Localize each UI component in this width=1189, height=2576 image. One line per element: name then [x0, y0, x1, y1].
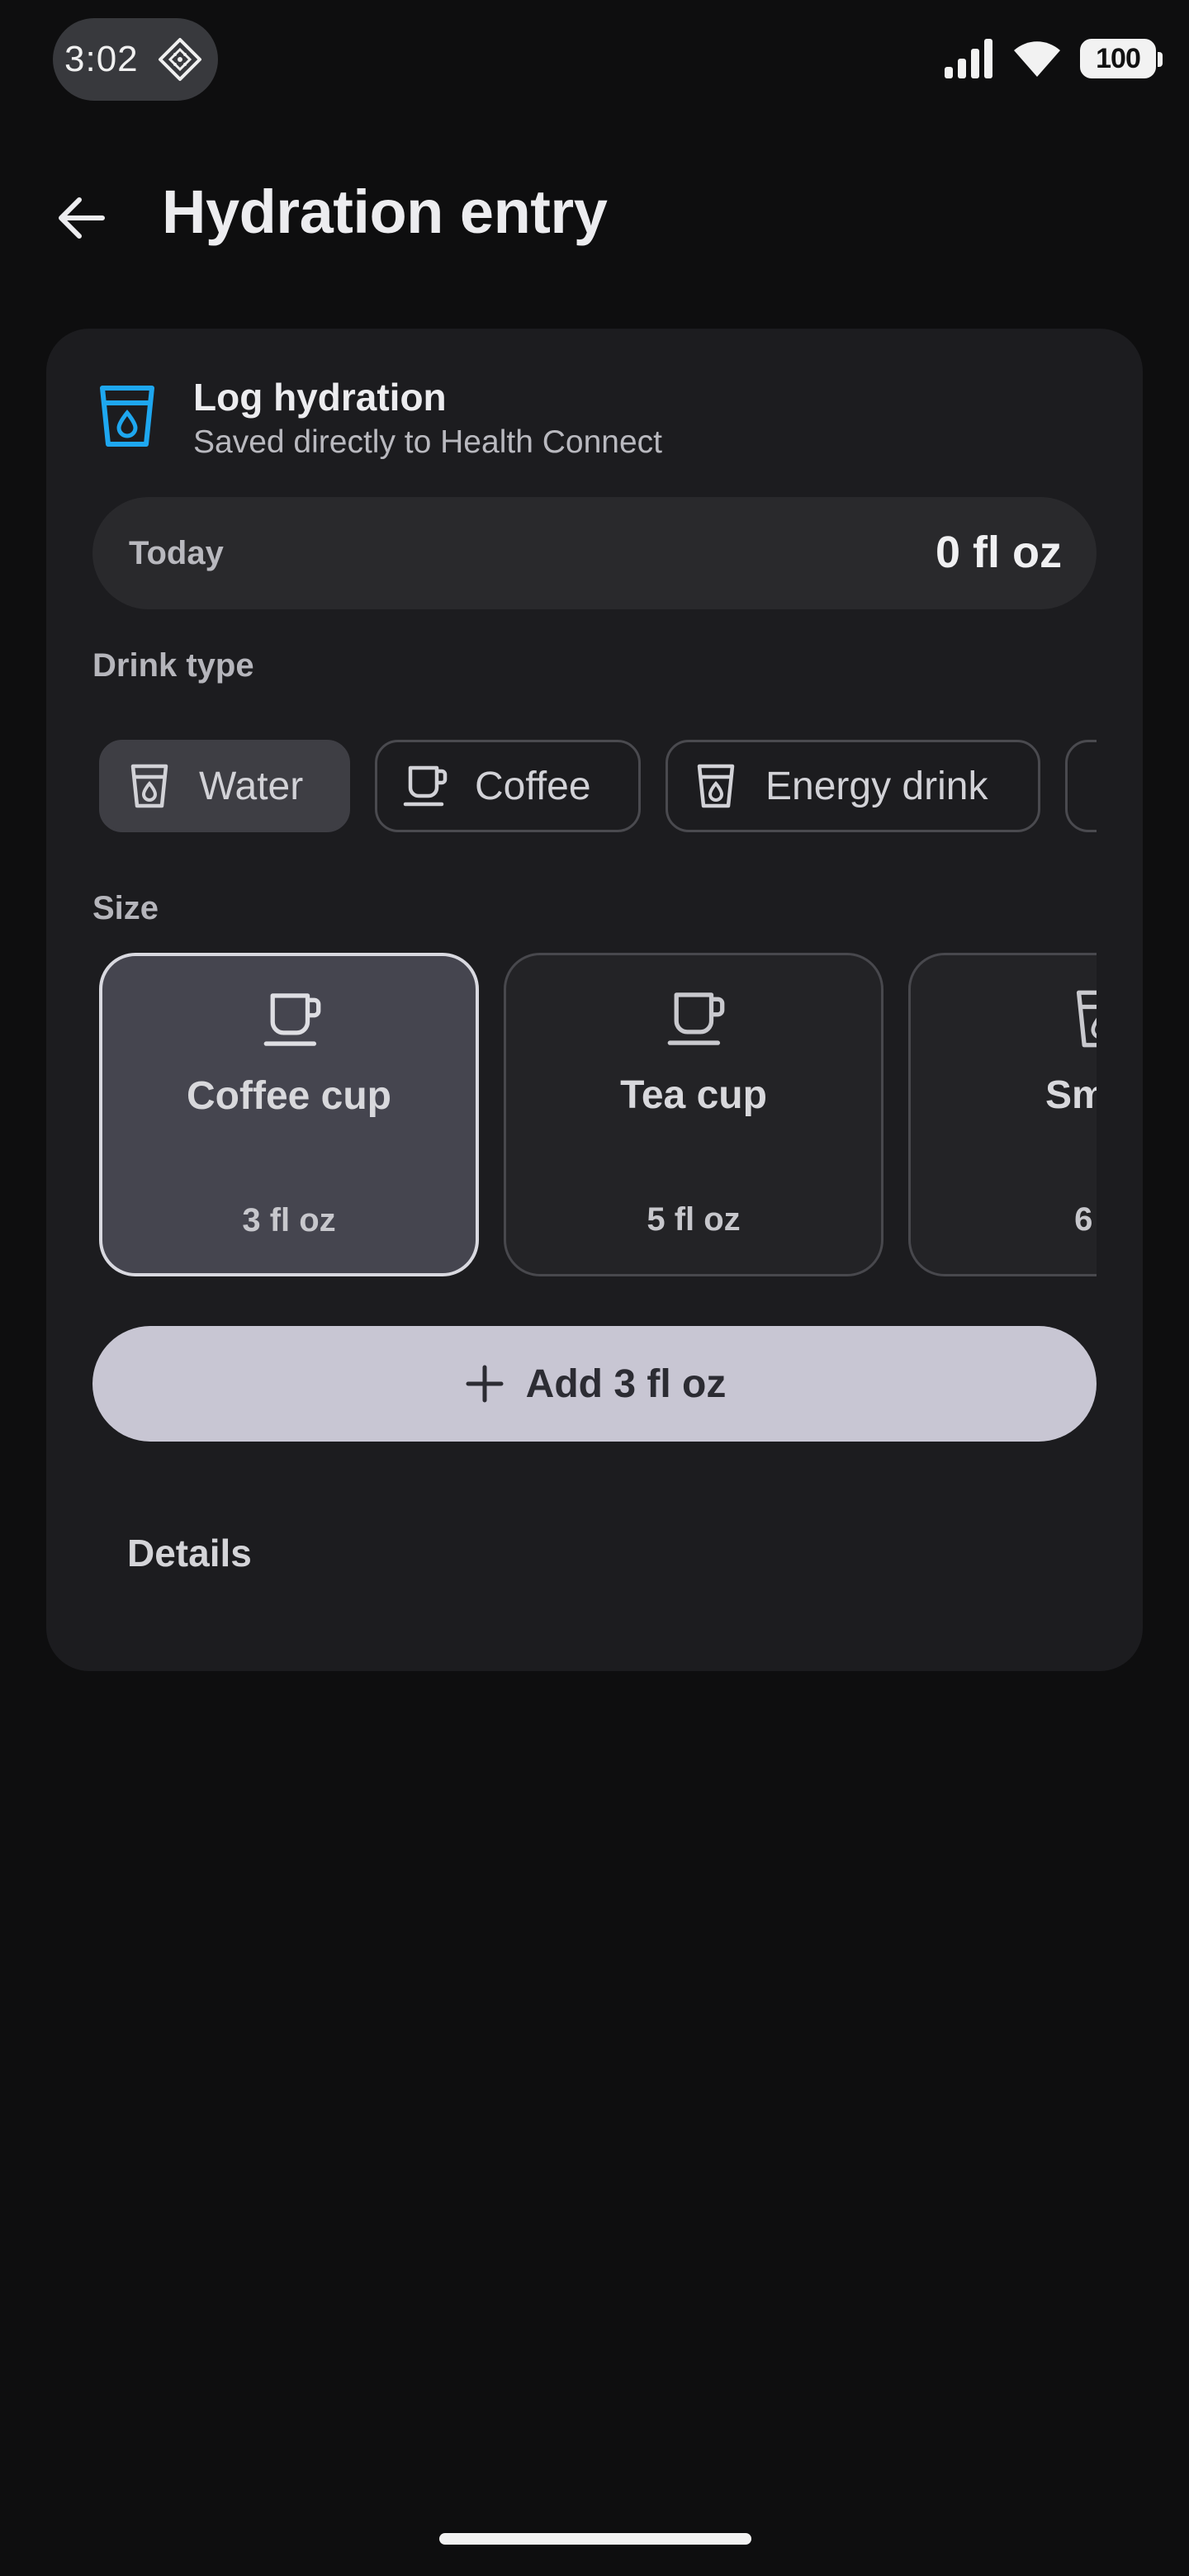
plus-icon: [466, 1365, 504, 1403]
arrow-back-icon: [59, 197, 105, 239]
chip-water[interactable]: Water: [99, 740, 350, 832]
chip-more[interactable]: [1065, 740, 1097, 832]
details-expander[interactable]: Details: [46, 1509, 1143, 1600]
size-name: Coffee cup: [186, 1074, 391, 1118]
signal-icon: [945, 39, 992, 78]
details-label: Details: [127, 1532, 252, 1574]
chip-label: Energy drink: [765, 764, 988, 808]
today-label: Today: [129, 535, 224, 571]
size-card-small[interactable]: Small 6 fl: [908, 953, 1097, 1276]
size-name: Small: [1045, 1073, 1097, 1117]
page-title: Hydration entry: [162, 178, 608, 246]
add-button[interactable]: Add 3 fl oz: [92, 1326, 1097, 1442]
coffee-cup-icon: [667, 992, 725, 1045]
status-right: 100: [943, 33, 1163, 84]
size-amount: 3 fl oz: [242, 1202, 336, 1238]
coffee-cup-icon: [403, 765, 448, 807]
chip-label: Coffee: [475, 764, 591, 808]
status-time-pill: 3:02: [53, 18, 218, 101]
card-subtitle: Saved directly to Health Connect: [193, 424, 662, 460]
size-amount: 6 fl: [1074, 1201, 1097, 1238]
size-card-tea-cup[interactable]: Tea cup 5 fl oz: [504, 953, 883, 1276]
top-app-bar: Hydration entry: [0, 149, 1189, 281]
card-title: Log hydration: [193, 376, 447, 419]
back-button[interactable]: [33, 170, 129, 266]
battery-icon: 100: [1080, 39, 1163, 78]
home-indicator[interactable]: [439, 2533, 751, 2545]
glass-icon: [1092, 763, 1097, 809]
today-total-bar: Today 0 fl oz: [92, 497, 1097, 609]
status-time: 3:02: [64, 39, 139, 79]
log-hydration-card: Log hydration Saved directly to Health C…: [46, 329, 1143, 1671]
size-card-coffee-cup[interactable]: Coffee cup 3 fl oz: [99, 953, 479, 1276]
glass-icon: [130, 764, 168, 808]
size-label: Size: [92, 890, 159, 926]
drink-type-label: Drink type: [92, 647, 254, 684]
size-options[interactable]: Coffee cup 3 fl oz Tea cup 5 fl oz Small…: [92, 953, 1097, 1283]
chip-coffee[interactable]: Coffee: [375, 740, 641, 832]
size-amount: 5 fl oz: [647, 1201, 741, 1238]
drink-type-chips[interactable]: Water Coffee Energy drink: [92, 733, 1097, 832]
water-glass-icon: [100, 386, 154, 447]
chip-energy-drink[interactable]: Energy drink: [666, 740, 1040, 832]
glass-icon: [1076, 990, 1097, 1048]
coffee-cup-icon: [263, 993, 321, 1046]
add-button-label: Add 3 fl oz: [525, 1361, 727, 1406]
status-bar: 3:02 100: [0, 0, 1189, 116]
glass-icon: [697, 764, 735, 808]
size-name: Tea cup: [620, 1073, 767, 1117]
app-notification-icon: [158, 38, 201, 81]
card-header: Log hydration Saved directly to Health C…: [94, 375, 1085, 466]
today-value: 0 fl oz: [935, 528, 1062, 577]
battery-level: 100: [1096, 42, 1141, 74]
chip-label: Water: [199, 764, 304, 808]
wifi-icon: [1014, 41, 1060, 77]
